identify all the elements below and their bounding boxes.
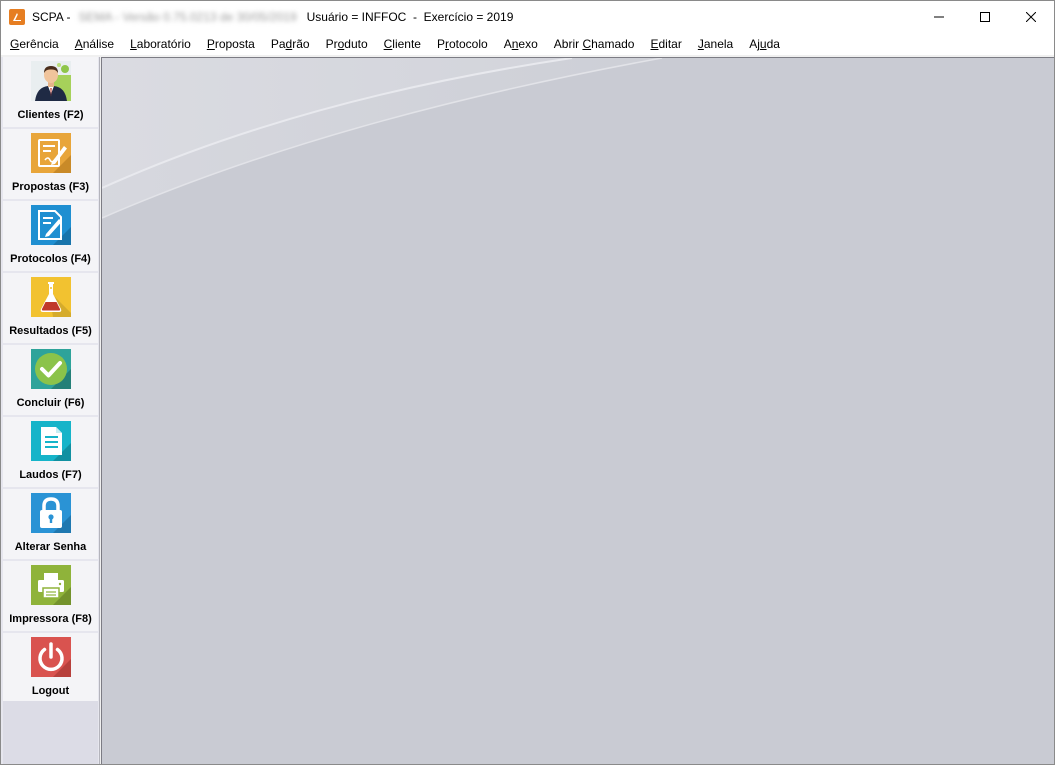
mdi-workspace[interactable] — [101, 57, 1054, 764]
menu-editar[interactable]: Editar — [642, 33, 689, 55]
sidebar-item-laudos[interactable]: Laudos (F7) — [3, 417, 98, 487]
sidebar-toolbar: Clientes (F2) Propostas (F3) Protocolos … — [1, 57, 100, 764]
sidebar-item-label: Clientes (F2) — [17, 109, 84, 121]
menu-ajuda[interactable]: Ajuda — [741, 33, 788, 55]
maximize-button[interactable] — [962, 1, 1008, 32]
sidebar-item-impressora[interactable]: Impressora (F8) — [3, 561, 98, 631]
sidebar-item-label: Logout — [31, 685, 70, 697]
window-session-info: Usuário = INFFOC - Exercício = 2019 — [306, 9, 514, 24]
sidebar-item-protocolos[interactable]: Protocolos (F4) — [3, 201, 98, 271]
sidebar-item-propostas[interactable]: Propostas (F3) — [3, 129, 98, 199]
checkmark-icon — [30, 349, 71, 389]
window-version-text: SEMA - Versão 0.75.0213 de 30/05/2019 — [78, 9, 297, 24]
sidebar-item-resultados[interactable]: Resultados (F5) — [3, 273, 98, 343]
app-logo-icon — [9, 8, 25, 25]
sidebar-item-label: Propostas (F3) — [11, 181, 89, 193]
sidebar-item-label: Protocolos (F4) — [10, 253, 91, 265]
printer-icon — [30, 565, 71, 605]
menu-anexo[interactable]: Anexo — [496, 33, 546, 55]
power-icon — [30, 637, 71, 677]
menu-analise[interactable]: Análise — [67, 33, 122, 55]
app-window: SCPA - SEMA - Versão 0.75.0213 de 30/05/… — [0, 0, 1055, 765]
sidebar-item-label: Alterar Senha — [14, 541, 87, 553]
menu-protocolo[interactable]: Protocolo — [429, 33, 496, 55]
menu-laboratorio[interactable]: Laboratório — [122, 33, 199, 55]
sidebar-item-logout[interactable]: Logout — [3, 633, 98, 703]
sidebar-item-label: Resultados (F5) — [9, 325, 92, 337]
window-app-name: SCPA - — [32, 9, 71, 24]
sidebar-empty-area — [3, 701, 98, 764]
title-bar[interactable]: SCPA - SEMA - Versão 0.75.0213 de 30/05/… — [1, 1, 1054, 32]
lab-flask-icon — [30, 277, 71, 317]
close-icon — [1026, 11, 1036, 22]
client-person-icon — [30, 61, 71, 101]
window-controls — [916, 1, 1054, 32]
menu-janela[interactable]: Janela — [690, 33, 741, 55]
padlock-icon — [30, 493, 71, 533]
protocol-document-icon — [30, 205, 71, 245]
close-button[interactable] — [1008, 1, 1054, 32]
menu-gerencia[interactable]: Gerência — [2, 33, 67, 55]
menu-padrao[interactable]: Padrão — [263, 33, 318, 55]
sidebar-item-clientes[interactable]: Clientes (F2) — [3, 57, 98, 127]
menu-proposta[interactable]: Proposta — [199, 33, 263, 55]
sidebar-item-label: Concluir (F6) — [16, 397, 85, 409]
sidebar-item-concluir[interactable]: Concluir (F6) — [3, 345, 98, 415]
menu-abrir-chamado[interactable]: Abrir Chamado — [546, 33, 643, 55]
sidebar-item-alterar-senha[interactable]: Alterar Senha — [3, 489, 98, 559]
menu-produto[interactable]: Produto — [318, 33, 376, 55]
proposal-edit-icon — [30, 133, 71, 173]
sidebar-item-label: Laudos (F7) — [19, 469, 82, 481]
minimize-button[interactable] — [916, 1, 962, 32]
menu-cliente[interactable]: Cliente — [376, 33, 429, 55]
maximize-icon — [980, 11, 990, 22]
workspace-background-swoosh — [102, 58, 1054, 764]
report-document-icon — [30, 421, 71, 461]
sidebar-item-label: Impressora (F8) — [9, 613, 92, 625]
minimize-icon — [934, 16, 944, 17]
menu-bar: Gerência Análise Laboratório Proposta Pa… — [1, 32, 1054, 56]
